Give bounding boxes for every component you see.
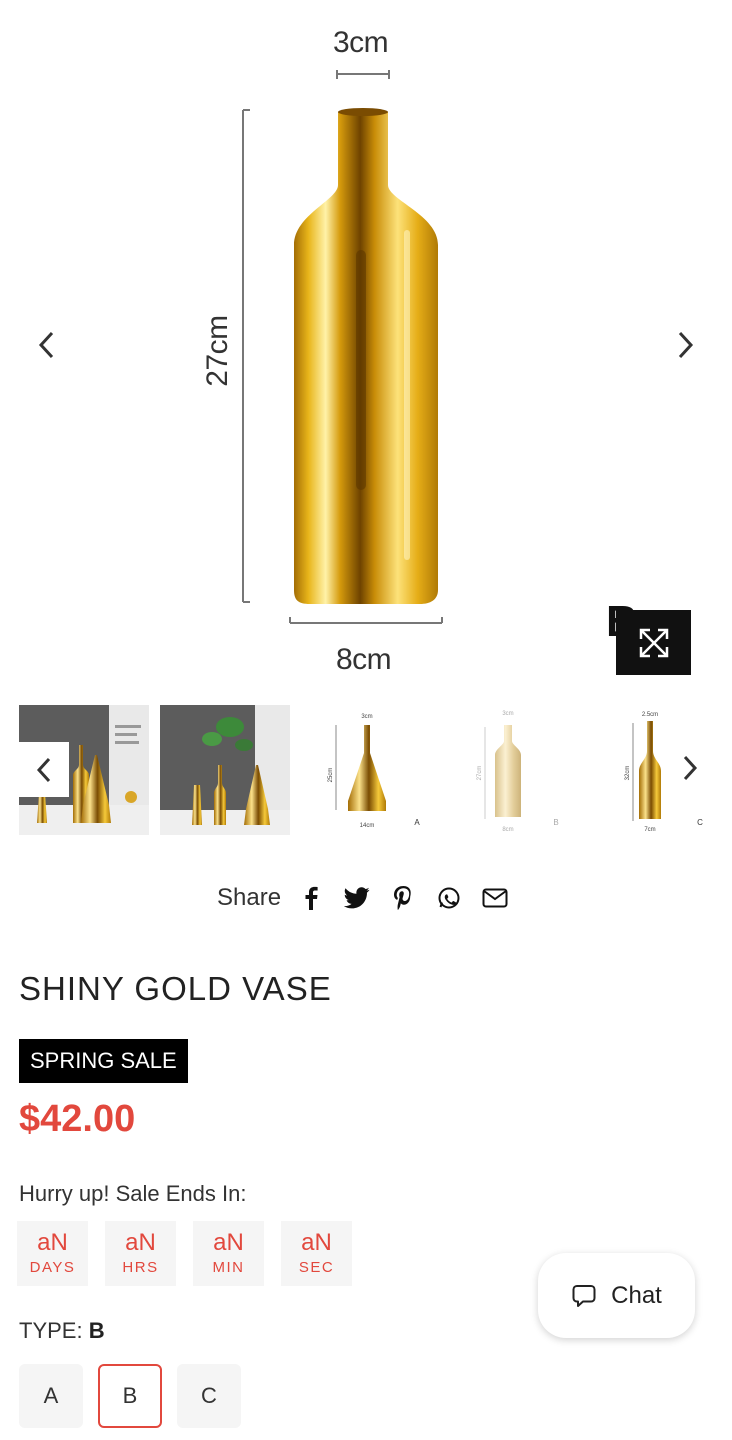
- chat-bubble-icon: [572, 1284, 596, 1307]
- countdown-seconds: aN SEC: [281, 1221, 352, 1286]
- thumb-c-top-dim: 2.5cm: [642, 712, 658, 718]
- share-label: Share: [217, 884, 282, 911]
- vase-illustration: [242, 70, 443, 624]
- facebook-icon[interactable]: [293, 880, 329, 916]
- chevron-right-icon: [683, 755, 698, 781]
- thumbnail-size-a[interactable]: 3cm 25cm 14cm A: [302, 705, 432, 835]
- thumbnail-image: 3cm 27cm 8cm B: [477, 711, 559, 833]
- thumb-c-bottom-dim: 7cm: [644, 827, 655, 833]
- product-price: $42.00: [19, 1098, 136, 1140]
- chevron-left-icon: [36, 757, 51, 782]
- fullscreen-zoom-button[interactable]: [616, 610, 691, 675]
- thumbnail-image: 3cm 25cm 14cm A: [328, 714, 420, 829]
- thumbnail-prev-button[interactable]: [19, 742, 69, 797]
- countdown-unit: MIN: [212, 1259, 245, 1276]
- thumbnail-strip: 3cm 25cm 14cm A 3cm 27cm 8cm B 2.5cm 32c…: [0, 705, 732, 835]
- countdown-unit: HRS: [122, 1259, 159, 1276]
- pinterest-icon[interactable]: [385, 880, 421, 916]
- countdown-minutes: aN MIN: [193, 1221, 264, 1286]
- countdown-value: aN: [213, 1229, 244, 1256]
- countdown-label: Hurry up! Sale Ends In:: [19, 1181, 247, 1206]
- dimension-bottom-label: 8cm: [336, 643, 392, 676]
- countdown-unit: DAYS: [29, 1259, 76, 1276]
- countdown-unit: SEC: [298, 1259, 335, 1276]
- image-next-button[interactable]: [665, 325, 705, 365]
- thumb-c-tag: C: [697, 818, 703, 827]
- thumb-b-top-dim: 3cm: [502, 711, 513, 717]
- thumb-a-top-dim: 3cm: [361, 714, 372, 720]
- type-option-a[interactable]: A: [19, 1364, 83, 1428]
- countdown-timer: aN DAYS aN HRS aN MIN aN SEC: [17, 1221, 352, 1286]
- type-label-text: TYPE:: [19, 1318, 83, 1343]
- countdown-value: aN: [125, 1229, 156, 1256]
- share-bar: Share: [217, 880, 523, 916]
- chevron-right-icon: [678, 331, 694, 359]
- thumbnail-size-b[interactable]: 3cm 27cm 8cm B: [443, 705, 573, 835]
- image-prev-button[interactable]: [27, 325, 67, 365]
- thumbnail-image: [160, 705, 290, 835]
- whatsapp-icon[interactable]: [431, 880, 467, 916]
- dimension-height-label: 27cm: [201, 315, 234, 387]
- thumb-a-tag: A: [414, 818, 420, 827]
- type-selected-value: B: [88, 1318, 105, 1343]
- type-options: A B C: [19, 1364, 241, 1428]
- chat-button[interactable]: Chat: [538, 1253, 695, 1338]
- type-selector-label: TYPE: B: [19, 1318, 105, 1344]
- type-option-c[interactable]: C: [177, 1364, 241, 1428]
- thumb-c-side-dim: 32cm: [625, 766, 631, 781]
- thumbnail-next-button[interactable]: [670, 748, 710, 788]
- countdown-value: aN: [301, 1229, 332, 1256]
- product-title: SHINY GOLD VASE: [19, 970, 332, 1007]
- countdown-value: aN: [37, 1229, 68, 1256]
- thumb-a-side-dim: 25cm: [328, 768, 334, 783]
- twitter-icon[interactable]: [339, 880, 375, 916]
- expand-icon: [639, 628, 668, 657]
- thumb-b-tag: B: [553, 818, 558, 827]
- countdown-days: aN DAYS: [17, 1221, 88, 1286]
- sale-badge: SPRING SALE: [19, 1039, 188, 1083]
- thumbnail-lifestyle-2[interactable]: [160, 705, 290, 835]
- email-icon[interactable]: [477, 880, 513, 916]
- main-product-image[interactable]: 3cm 27cm 8cm: [0, 0, 732, 690]
- dimension-top-label: 3cm: [333, 26, 389, 59]
- chevron-left-icon: [38, 331, 54, 359]
- type-option-b[interactable]: B: [98, 1364, 162, 1428]
- countdown-hours: aN HRS: [105, 1221, 176, 1286]
- thumb-a-bottom-dim: 14cm: [360, 823, 375, 829]
- thumb-b-side-dim: 27cm: [477, 766, 483, 781]
- thumb-b-bottom-dim: 8cm: [502, 827, 513, 833]
- chat-label: Chat: [611, 1281, 662, 1309]
